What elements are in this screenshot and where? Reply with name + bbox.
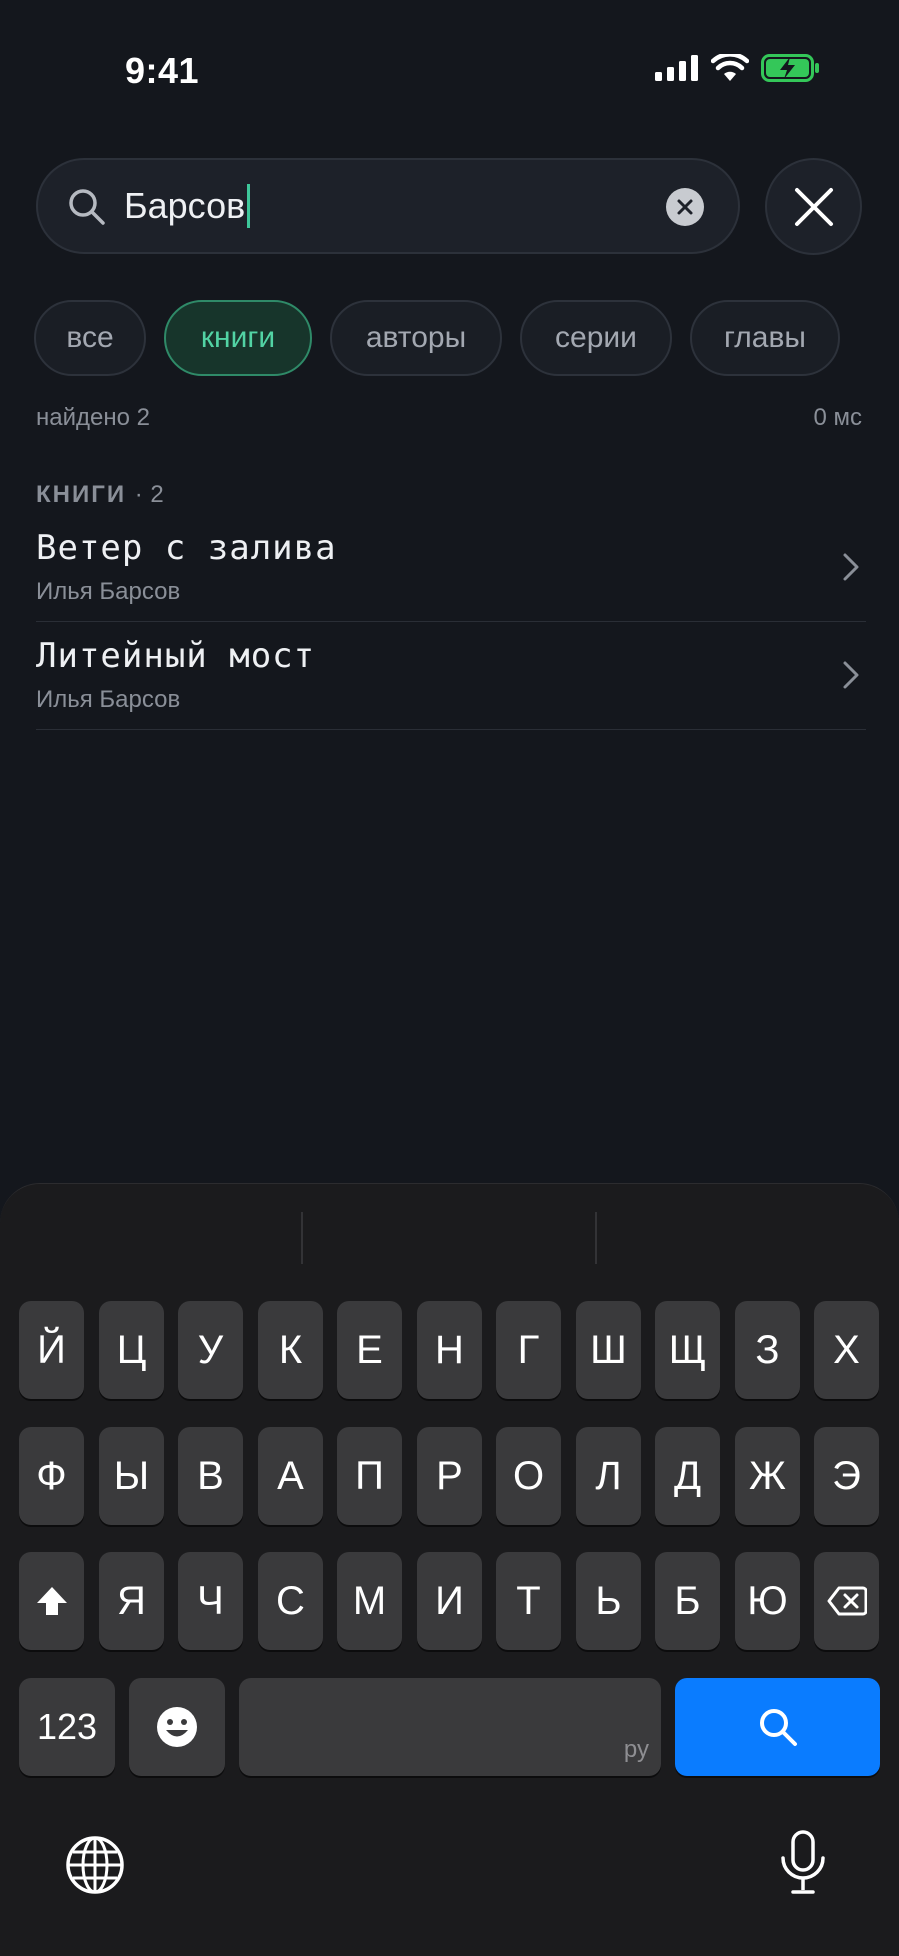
key-letter[interactable]: А [258, 1427, 323, 1525]
book-title: Ветер с залива [36, 528, 337, 568]
key-letter[interactable]: Б [655, 1552, 720, 1650]
book-author: Илья Барсов [36, 578, 181, 605]
shift-key[interactable] [19, 1552, 84, 1650]
keyboard: Й Ц У К Е Н Г Ш Щ З Х Ф Ы В А П Р О Л Д … [0, 1183, 899, 1956]
key-letter[interactable]: З [735, 1301, 800, 1399]
clear-search-button[interactable] [666, 188, 704, 226]
key-letter[interactable]: Ч [178, 1552, 243, 1650]
key-letter[interactable]: Х [814, 1301, 879, 1399]
status-bar: 9:41 [0, 0, 899, 150]
key-letter[interactable]: Ж [735, 1427, 800, 1525]
search-query[interactable]: Барсов [124, 184, 251, 228]
key-letter[interactable]: Т [496, 1552, 561, 1650]
text-cursor [247, 184, 251, 228]
key-letter[interactable]: Л [576, 1427, 641, 1525]
key-letter[interactable]: Э [814, 1427, 879, 1525]
emoji-icon [157, 1707, 197, 1747]
backspace-icon [827, 1586, 867, 1616]
book-author: Илья Барсов [36, 686, 181, 713]
filter-chapters-chip[interactable]: главы [690, 300, 840, 376]
backspace-key[interactable] [814, 1552, 879, 1650]
chevron-right-icon [843, 661, 859, 689]
key-letter[interactable]: М [337, 1552, 402, 1650]
key-letter[interactable]: Г [496, 1301, 561, 1399]
key-letter[interactable]: С [258, 1552, 323, 1650]
status-time: 9:41 [125, 50, 200, 91]
key-letter[interactable]: Н [417, 1301, 482, 1399]
close-search-button[interactable] [765, 158, 862, 255]
key-letter[interactable]: И [417, 1552, 482, 1650]
book-result-row[interactable]: Ветер с залива Илья Барсов [36, 514, 866, 622]
results-list: Ветер с залива Илья Барсов Литейный мост… [36, 514, 866, 730]
key-letter[interactable]: Ц [99, 1301, 164, 1399]
space-language-label: ру [623, 1736, 649, 1763]
key-letter[interactable]: К [258, 1301, 323, 1399]
key-letter[interactable]: Й [19, 1301, 84, 1399]
key-letter[interactable]: Ф [19, 1427, 84, 1525]
key-letter[interactable]: Ь [576, 1552, 641, 1650]
key-letter[interactable]: Ы [99, 1427, 164, 1525]
filter-chips: все книги авторы серии главы [34, 300, 840, 376]
section-header-books: КНИГИ · 2 [36, 481, 164, 509]
key-letter[interactable]: Я [99, 1552, 164, 1650]
status-icons [655, 54, 821, 82]
emoji-key[interactable] [129, 1678, 225, 1776]
key-letter[interactable]: П [337, 1427, 402, 1525]
section-count: · 2 [134, 481, 165, 508]
wifi-icon [711, 54, 749, 81]
key-letter[interactable]: У [178, 1301, 243, 1399]
book-title: Литейный мост [36, 636, 316, 676]
globe-icon[interactable] [64, 1834, 126, 1896]
results-meta: найдено 2 0 мс [36, 404, 862, 432]
filter-books-chip[interactable]: книги [164, 300, 312, 376]
battery-charging-icon [761, 54, 819, 82]
filter-series-chip[interactable]: серии [520, 300, 672, 376]
key-letter[interactable]: В [178, 1427, 243, 1525]
chevron-right-icon [843, 553, 859, 581]
search-input[interactable]: Барсов [36, 158, 740, 254]
prediction-divider [301, 1212, 303, 1264]
prediction-divider [595, 1212, 597, 1264]
clear-icon [677, 199, 693, 215]
search-duration: 0 мс [813, 404, 862, 431]
book-result-row[interactable]: Литейный мост Илья Барсов [36, 622, 866, 730]
cellular-signal-icon [655, 55, 698, 81]
search-icon [759, 1709, 797, 1746]
microphone-icon[interactable] [779, 1830, 827, 1896]
key-letter[interactable]: Р [417, 1427, 482, 1525]
numbers-key-label: 123 [36, 1706, 98, 1747]
key-letter[interactable]: Д [655, 1427, 720, 1525]
close-icon [794, 187, 833, 226]
shift-icon [36, 1587, 67, 1615]
key-letter[interactable]: О [496, 1427, 561, 1525]
filter-all-chip[interactable]: все [34, 300, 146, 376]
key-letter[interactable]: Щ [655, 1301, 720, 1399]
filter-authors-chip[interactable]: авторы [330, 300, 502, 376]
space-key[interactable]: ру [239, 1678, 661, 1776]
search-key[interactable] [675, 1678, 880, 1776]
search-icon [69, 189, 105, 225]
numbers-key[interactable]: 123 [19, 1678, 115, 1776]
results-count: найдено 2 [36, 404, 150, 431]
search-query-text: Барсов [124, 185, 246, 226]
key-letter[interactable]: Е [337, 1301, 402, 1399]
section-title: КНИГИ [36, 481, 127, 508]
key-letter[interactable]: Ю [735, 1552, 800, 1650]
key-letter[interactable]: Ш [576, 1301, 641, 1399]
